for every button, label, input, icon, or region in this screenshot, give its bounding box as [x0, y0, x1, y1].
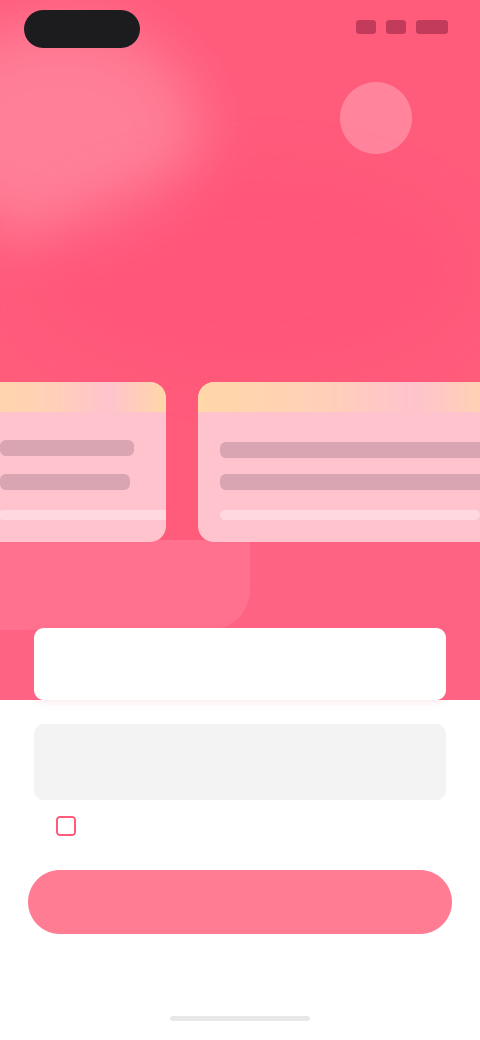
- card-text-line: [220, 442, 480, 458]
- status-icons: [356, 20, 448, 36]
- app-screen: [0, 0, 480, 1040]
- card-accent-strip: [198, 382, 480, 412]
- promo-card[interactable]: [0, 382, 166, 542]
- terms-row[interactable]: [56, 814, 436, 838]
- home-indicator: [170, 1016, 310, 1021]
- status-bar: [0, 0, 480, 64]
- top-action-button[interactable]: [340, 82, 412, 154]
- dynamic-island: [24, 10, 140, 48]
- card-text-line: [0, 474, 130, 490]
- first-input-field[interactable]: [34, 628, 446, 700]
- card-footer: [220, 510, 480, 520]
- second-field-input[interactable]: [54, 764, 414, 785]
- card-text-line: [220, 474, 480, 490]
- card-text-line: [0, 440, 134, 456]
- terms-checkbox[interactable]: [56, 816, 76, 836]
- primary-submit-button[interactable]: [28, 870, 452, 934]
- promo-card[interactable]: [198, 382, 480, 542]
- card-accent-strip: [0, 382, 166, 412]
- wifi-icon: [386, 20, 406, 34]
- card-footer: [0, 510, 166, 520]
- first-field-input[interactable]: [54, 668, 414, 689]
- battery-icon: [416, 20, 448, 34]
- second-input-field[interactable]: [34, 724, 446, 800]
- hero-glow-secondary: [40, 170, 460, 370]
- signal-icon: [356, 20, 376, 34]
- hero-band-highlight: [0, 540, 250, 630]
